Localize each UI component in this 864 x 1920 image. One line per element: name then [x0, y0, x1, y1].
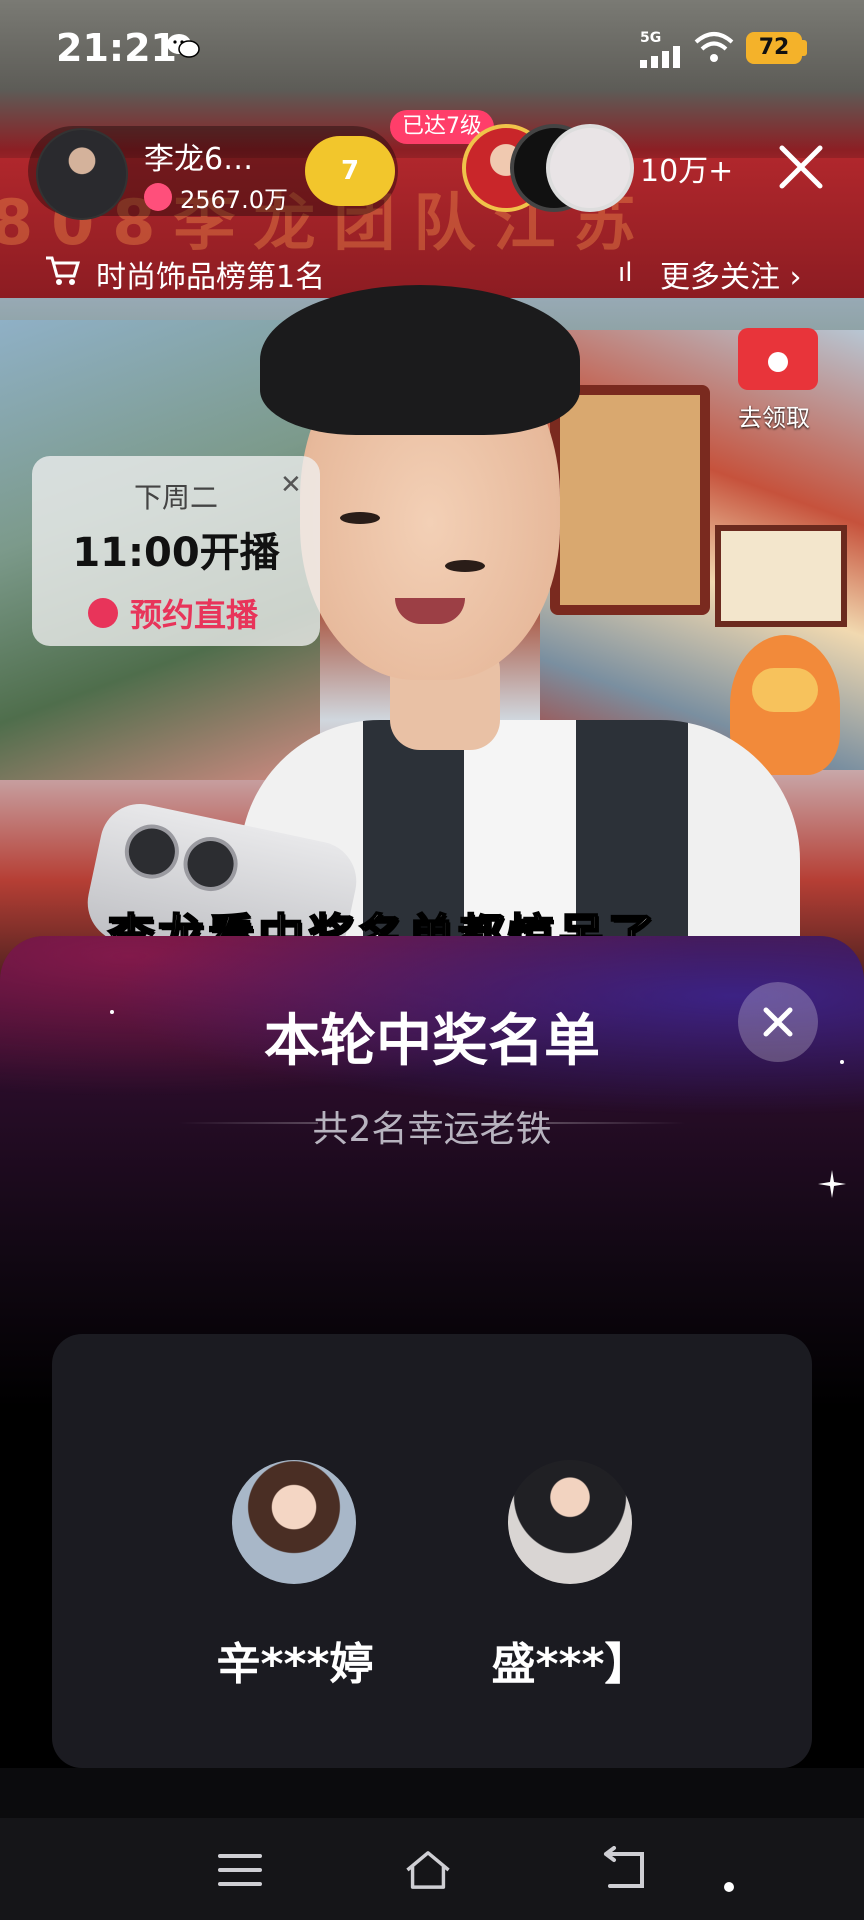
viewer-avatar[interactable] — [546, 124, 634, 212]
cart-icon — [46, 256, 80, 285]
host-name[interactable]: 李龙6… — [144, 134, 253, 178]
bottom-strip — [0, 1768, 864, 1818]
fan-level-badge[interactable]: 7 — [305, 136, 395, 206]
wifi-icon — [694, 32, 734, 62]
reservation-time: 11:00开播 — [72, 530, 280, 576]
streamer-eye-right — [445, 560, 485, 572]
battery-icon — [802, 40, 807, 56]
network-type: 5G — [640, 30, 662, 46]
back-icon[interactable] — [600, 1846, 648, 1894]
corner-dot — [724, 1882, 734, 1892]
winners-card — [52, 1334, 812, 1768]
phone-camera-icon — [178, 831, 243, 897]
sparkle-icon — [818, 1170, 846, 1198]
record-dot-icon — [768, 352, 788, 372]
claim-label[interactable]: 去领取 — [738, 398, 810, 433]
panel-subtitle: 共2名幸运老铁 — [312, 1109, 552, 1150]
battery-level: 72 — [746, 32, 802, 64]
reservation-day: 下周二 — [133, 481, 218, 514]
chevron-right-icon: › — [789, 260, 802, 295]
phone-camera-icon — [119, 819, 184, 884]
home-icon[interactable] — [404, 1846, 452, 1894]
signal-icon — [640, 46, 680, 68]
winner-avatar[interactable] — [232, 1460, 356, 1584]
streamer-hair — [260, 285, 580, 435]
chart-bars-icon: ıl — [618, 258, 633, 288]
close-icon[interactable] — [738, 982, 818, 1062]
winner-name: 盛***】 — [491, 1639, 649, 1690]
ranking-label[interactable]: 时尚饰品榜第1名 — [96, 252, 325, 296]
background-window-frame — [550, 385, 710, 615]
panel-title: 本轮中奖名单 — [264, 1009, 600, 1074]
host-fans-count: 2567.0万 — [180, 186, 288, 214]
status-time: 21:21 — [56, 26, 177, 70]
menu-icon[interactable] — [216, 1846, 264, 1894]
streamer-eye-left — [340, 512, 380, 524]
wechat-icon — [167, 34, 200, 58]
alarm-clock-icon — [88, 598, 118, 628]
background-peony-screen — [715, 525, 847, 627]
viewer-count[interactable]: 10万+ — [640, 146, 733, 190]
reserve-live-button[interactable]: 预约直播 — [130, 590, 258, 636]
more-follow-link[interactable]: 更多关注 › — [660, 252, 802, 296]
close-icon[interactable]: ✕ — [280, 470, 302, 500]
winner-name: 辛***婷 — [216, 1639, 374, 1690]
close-icon[interactable] — [774, 140, 828, 194]
winner-avatar[interactable] — [508, 1460, 632, 1584]
background-mascot-face — [752, 668, 818, 712]
heart-icon — [144, 183, 172, 211]
more-follow-label: 更多关注 — [660, 260, 780, 295]
host-avatar[interactable] — [36, 128, 128, 220]
